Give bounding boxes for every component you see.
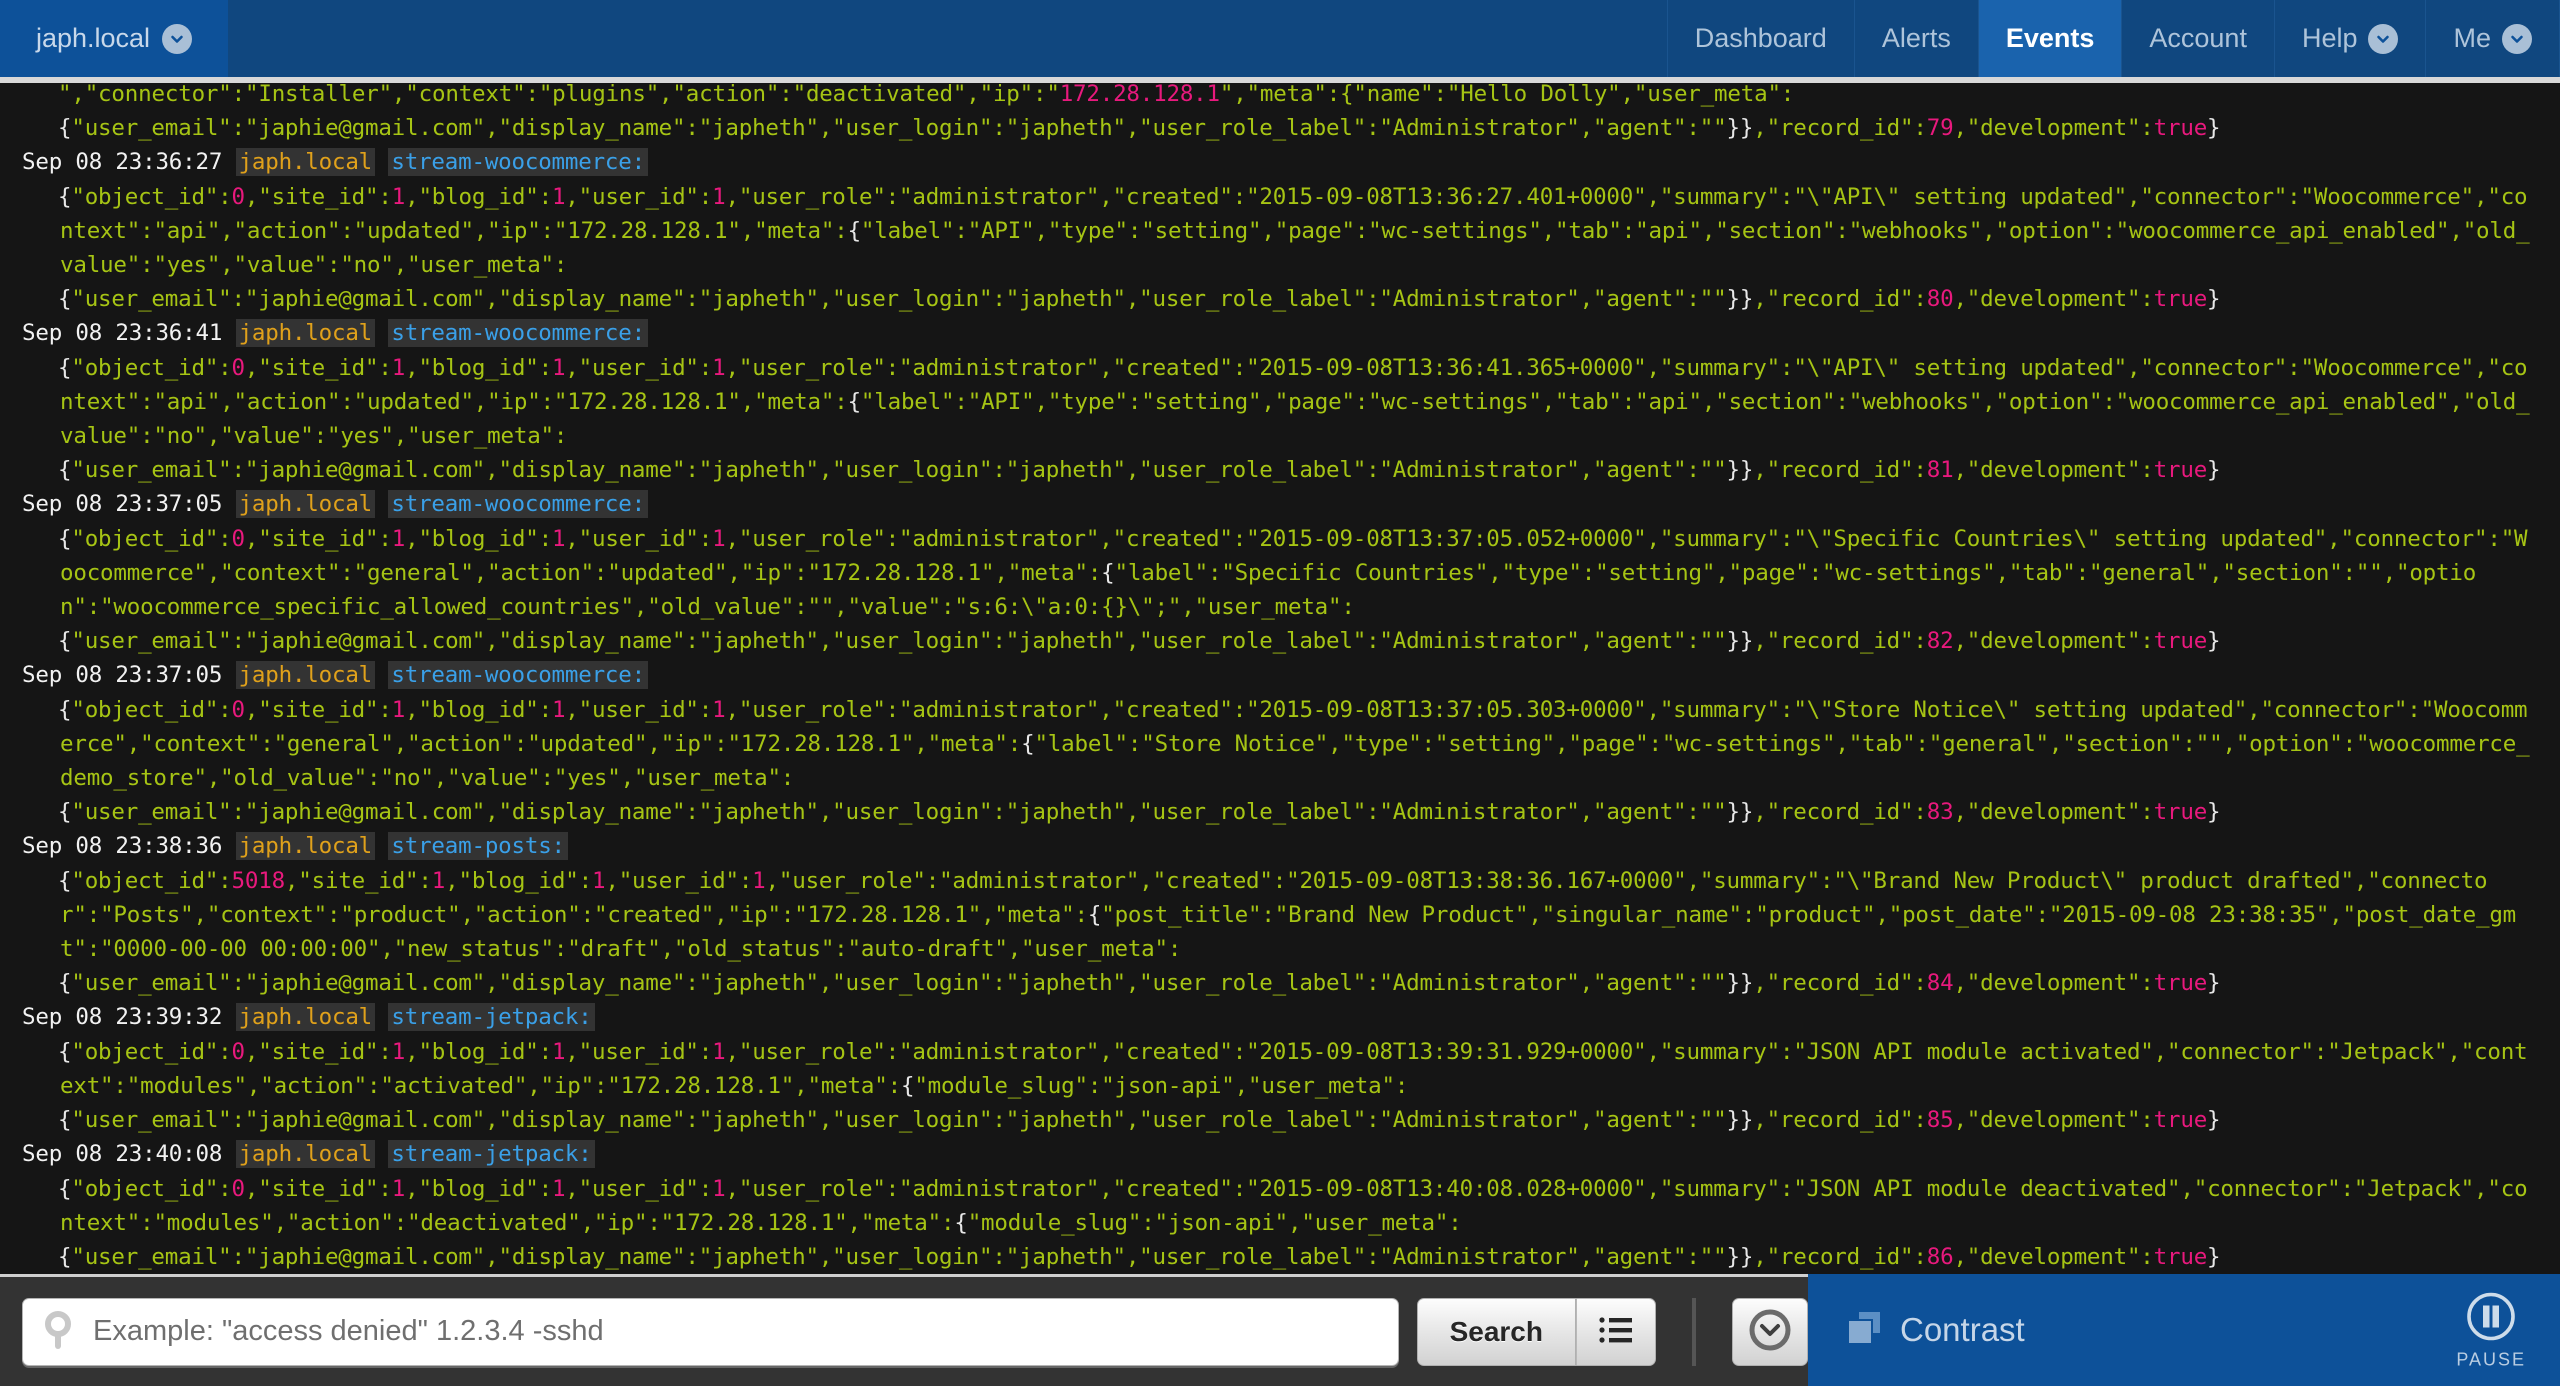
log-program: stream-woocommerce: [388,490,648,519]
log-header-line: Sep 08 23:40:08 japh.local stream-jetpac… [22,1137,2538,1171]
log-hostname: japh.local [235,1140,376,1169]
clock-chevron-icon [1747,1307,1793,1357]
log-message-line: {"object_id":0,"site_id":1,"blog_id":1,"… [58,183,2530,279]
chevron-down-icon [162,23,193,54]
search-zone: Search [0,1274,1808,1386]
log-timestamp: Sep 08 23:36:41 [22,320,223,347]
search-button[interactable]: Search [1416,1297,1576,1366]
log-hostname: japh.local [235,319,376,348]
log-header-line: Sep 08 23:39:32 japh.local stream-jetpac… [22,1000,2538,1034]
log-hostname: japh.local [235,148,376,177]
log-message-line: {"user_email":"japhie@gmail.com","displa… [58,1107,2221,1134]
log-message-line: {"object_id":5018,"site_id":1,"blog_id":… [58,867,2517,963]
log-header-line: Sep 08 23:36:41 japh.local stream-woocom… [22,316,2538,350]
log-program: stream-woocommerce: [388,319,648,348]
log-header-line: Sep 08 23:37:05 japh.local stream-woocom… [22,487,2538,521]
log-message-line: {"user_email":"japhie@gmail.com","displa… [58,1243,2221,1270]
log-timestamp: Sep 08 23:39:32 [22,1004,223,1031]
log-program: stream-jetpack: [388,1003,595,1032]
log-header-line: Sep 08 23:37:05 japh.local stream-woocom… [22,658,2538,692]
log-message-line: {"user_email":"japhie@gmail.com","displa… [58,457,2221,484]
log-message-line: {"object_id":0,"site_id":1,"blog_id":1,"… [58,696,2530,792]
nav-label: Me [2453,23,2491,53]
log-timestamp: Sep 08 23:40:08 [22,1141,223,1168]
log-program: stream-posts: [388,832,568,861]
nav-label: Alerts [1881,23,1951,53]
nav-item-me[interactable]: Me [2425,0,2560,77]
bottom-bar: Search [0,1274,2560,1386]
log-message-line: {"object_id":0,"site_id":1,"blog_id":1,"… [58,354,2530,450]
nav-item-account[interactable]: Account [2121,0,2274,77]
log-message-line: {"user_email":"japhie@gmail.com","displa… [58,799,2221,826]
log-header-line: Sep 08 23:36:27 japh.local stream-woocom… [22,145,2538,179]
log-timestamp: Sep 08 23:37:05 [22,491,223,518]
brand-name: Contrast [1900,1311,2025,1348]
log-message-line: {"user_email":"japhie@gmail.com","displa… [58,970,2221,997]
list-icon [1598,1315,1634,1349]
account-name: japh.local [35,23,151,53]
log-header-line: Sep 08 23:38:36 japh.local stream-posts: [22,829,2538,863]
chevron-down-icon [2368,23,2399,54]
time-range-button[interactable] [1732,1297,1808,1366]
nav-label: Account [2149,23,2247,53]
nav-item-dashboard[interactable]: Dashboard [1666,0,1854,77]
nav-item-alerts[interactable]: Alerts [1853,0,1978,77]
pause-label: PAUSE [2456,1349,2526,1370]
log-message-line: {"user_email":"japhie@gmail.com","displa… [58,286,2221,313]
stacked-squares-icon [1846,1309,1884,1351]
pause-button[interactable]: PAUSE [2456,1290,2526,1371]
log-hostname: japh.local [235,832,376,861]
nav-item-help[interactable]: Help [2273,0,2426,77]
search-button-group: Search [1416,1297,1656,1366]
log-timestamp: Sep 08 23:38:36 [22,833,223,860]
nav-label: Events [2005,23,2095,53]
pause-circle-icon [2464,1290,2518,1348]
log-timestamp: Sep 08 23:37:05 [22,662,223,689]
nav-label: Dashboard [1694,23,1827,53]
search-button-label: Search [1449,1315,1543,1347]
toolbar-divider [1692,1297,1696,1366]
nav-label: Help [2301,23,2358,53]
search-field-wrapper[interactable] [22,1297,1399,1366]
log-program: stream-jetpack: [388,1140,595,1169]
account-switcher[interactable]: japh.local [0,0,228,77]
chevron-down-icon [2502,23,2532,54]
log-hostname: japh.local [235,1003,376,1032]
log-message-line: {"object_id":0,"site_id":1,"blog_id":1,"… [58,525,2528,621]
search-input[interactable] [93,1315,1378,1348]
log-message-line: ","connector":"Installer","context":"plu… [58,81,1795,107]
log-viewport[interactable]: ","connector":"Installer","context":"plu… [0,77,2560,1274]
log-hostname: japh.local [235,661,376,690]
log-program: stream-woocommerce: [388,148,648,177]
top-navigation-bar: japh.local Dashboard Alerts Events Accou… [0,0,2560,77]
search-menu-button[interactable] [1576,1297,1656,1366]
log-message-line: {"user_email":"japhie@gmail.com","displa… [58,628,2221,655]
log-timestamp: Sep 08 23:36:27 [22,149,223,176]
nav-item-events[interactable]: Events [1977,0,2122,77]
log-message-line: {"user_email":"japhie@gmail.com","displa… [58,115,2221,142]
magnifier-icon [43,1310,77,1353]
log-message-line: {"object_id":0,"site_id":1,"blog_id":1,"… [58,1038,2528,1099]
log-message-line: {"object_id":0,"site_id":1,"blog_id":1,"… [58,1175,2528,1236]
log-program: stream-woocommerce: [388,661,648,690]
log-lines-container: ","connector":"Installer","context":"plu… [0,77,2560,1274]
log-hostname: japh.local [235,490,376,519]
brand-zone: Contrast PAUSE [1808,1274,2560,1386]
